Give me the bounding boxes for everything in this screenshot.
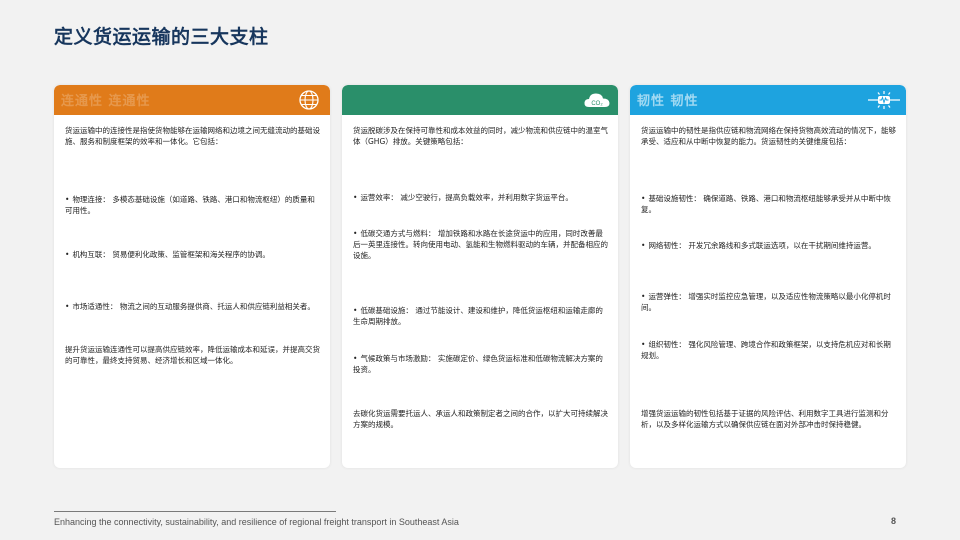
pillar-title: 连通性 连通性 — [61, 94, 151, 109]
pillar-card-connectivity: 连通性 连通性 货运运输中的连接性是指使货物能够在运输网络和边境之间无缝流动的基… — [54, 85, 330, 468]
resilience-signal-icon — [868, 91, 900, 109]
pillar-title: 韧性 韧性 — [637, 94, 699, 109]
list-item: • 气候政策与市场激励： 实施碳定价、绿色货运标准和低碳物流解决方案的投资。 — [353, 354, 603, 374]
list-item: • 机构互联： 贸易便利化政策、监管框架和海关程序的协调。 — [65, 250, 270, 259]
list-item: • 低碳基础设施： 通过节能设计、建设和维护，降低货运枢纽和运输走廊的生命周期排放… — [353, 306, 603, 326]
globe-icon — [299, 90, 319, 110]
list-item: • 组织韧性： 强化风险管理、跨境合作和政策框架，以支持危机应对和长期规划。 — [641, 340, 891, 360]
pillar-card-sustainability: CO₂ 货运脱碳涉及在保持可靠性和成本效益的同时，减少物流和供应链中的温室气体（… — [342, 85, 618, 468]
pillar-header-sustainability: CO₂ — [342, 85, 618, 115]
footer-title: Enhancing the connectivity, sustainabili… — [54, 517, 459, 527]
pillar-outro: 提升货运运输连通性可以提高供应链效率，降低运输成本和延误，并提高交货的可靠性，最… — [65, 345, 320, 365]
pillar-outro: 去碳化货运需要托运人、承运人和政策制定者之间的合作，以扩大可持续解决方案的规模。 — [353, 409, 608, 429]
list-item: • 运营效率： 减少空驶行，提高负载效率，并利用数字货运平台。 — [353, 193, 573, 202]
pillar-outro: 增强货运运输的韧性包括基于证据的风险评估、利用数字工具进行监测和分析，以及多样化… — [641, 409, 889, 429]
co2-cloud-icon: CO₂ — [584, 93, 610, 107]
co2-label: CO₂ — [591, 101, 603, 107]
list-item: • 运营弹性： 增强实时监控应急管理，以及适应性物流策略以最小化停机时间。 — [641, 292, 891, 312]
pillar-intro: 货运运输中的韧性是指供应链和物流网络在保持货物高效流动的情况下，能够承受、适应和… — [641, 126, 896, 146]
page-title: 定义货运运输的三大支柱 — [54, 26, 269, 48]
pillar-intro: 货运运输中的连接性是指使货物能够在运输网络和边境之间无缝流动的基础设施、服务和制… — [65, 126, 320, 146]
pillar-card-resilience: 韧性 韧性 货运运输中的韧性是指供应链和物流网络在保持货物高效流动的情况下，能够… — [630, 85, 906, 468]
list-item: • 低碳交通方式与燃料： 增加铁路和水路在长途货运中的应用，同时改善最后一英里连接… — [353, 229, 608, 260]
list-item: • 基础设施韧性： 确保道路、铁路、港口和物流枢纽能够承受并从中断中恢复。 — [641, 194, 891, 214]
list-item: • 物理连接： 多模态基础设施（如道路、铁路、港口和物流枢纽）的质量和可用性。 — [65, 195, 315, 215]
pillar-intro: 货运脱碳涉及在保持可靠性和成本效益的同时，减少物流和供应链中的温室气体（GHG）… — [353, 126, 608, 146]
footer-divider — [54, 511, 336, 512]
page-number: 8 — [891, 516, 897, 526]
pillar-header-resilience: 韧性 韧性 — [630, 85, 906, 115]
pillar-header-connectivity: 连通性 连通性 — [54, 85, 330, 115]
list-item: • 网络韧性： 开发冗余路线和多式联运选项，以在干扰期间维持运营。 — [641, 241, 876, 250]
list-item: • 市场适通性： 物流之间的互动服务提供商、托运人和供应链利益相关者。 — [65, 302, 315, 311]
